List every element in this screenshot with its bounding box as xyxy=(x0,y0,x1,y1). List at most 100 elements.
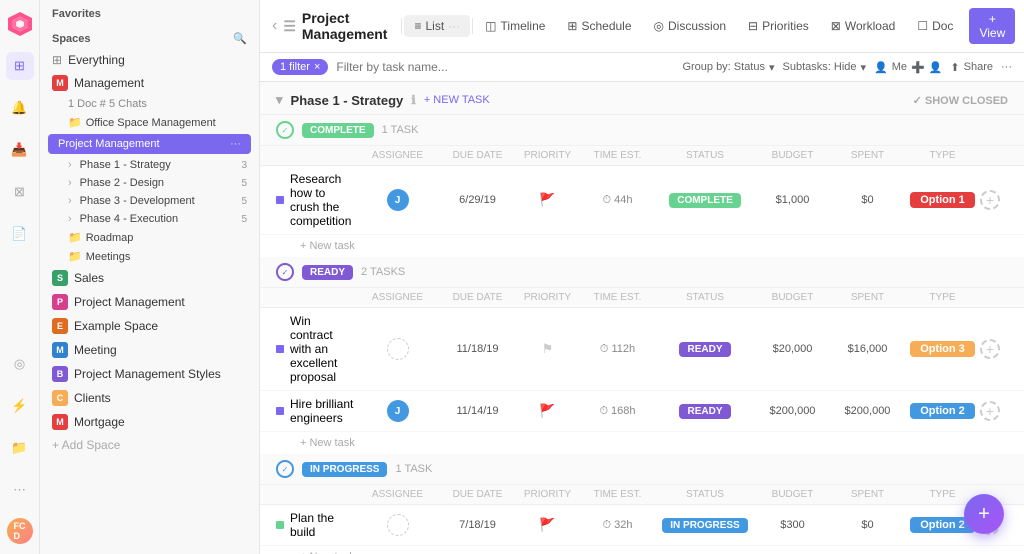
everything-icon: ⊞ xyxy=(52,53,62,67)
add-view-button[interactable]: + View xyxy=(969,8,1015,44)
due-date: 7/18/19 xyxy=(459,519,496,531)
spaces-section: Spaces 🔍 xyxy=(40,24,259,49)
more-icon[interactable]: ⋯ xyxy=(6,476,34,504)
sidebar-item-management[interactable]: M Management xyxy=(40,71,259,95)
table-row[interactable]: Hire brilliant engineers J 11/14/19 🚩 ⏱ … xyxy=(260,391,1024,432)
more-options-icon[interactable]: ··· xyxy=(1001,61,1012,73)
home-icon[interactable]: ⊞ xyxy=(6,52,34,80)
sidebar-item-pm-styles[interactable]: B Project Management Styles xyxy=(40,362,259,386)
groupby-control[interactable]: Group by: Status ▾ xyxy=(682,61,774,74)
empty-assignee[interactable] xyxy=(387,514,409,536)
tab-timeline[interactable]: ◫ Timeline xyxy=(475,15,555,37)
budget-cell: $300 xyxy=(755,519,830,531)
filter-task-input[interactable] xyxy=(336,60,674,74)
favorites-label: Favorites xyxy=(40,0,259,24)
sidebar-item-office-space[interactable]: 📁 Office Space Management xyxy=(40,113,259,132)
add-row-btn[interactable]: + xyxy=(980,339,1000,359)
status-circle[interactable]: ✓ xyxy=(276,460,294,478)
me-filter[interactable]: 👤 Me ➕ 👤 xyxy=(874,61,942,74)
search-spaces-icon[interactable]: 🔍 xyxy=(233,32,247,45)
subtasks-control[interactable]: Subtasks: Hide ▾ xyxy=(783,61,867,74)
add-task-button[interactable]: + NEW TASK xyxy=(424,94,490,106)
clock-icon: ⏱ xyxy=(599,405,608,418)
add-row-btn[interactable]: + xyxy=(980,190,1000,210)
sidebar-phase-item[interactable]: ›Phase 4 - Execution5 xyxy=(40,210,259,228)
type-badge[interactable]: Option 2 xyxy=(910,403,975,419)
share-btn[interactable]: ⬆ Share xyxy=(950,61,993,74)
target-icon[interactable]: ◎ xyxy=(6,350,34,378)
empty-assignee[interactable] xyxy=(387,338,409,360)
sidebar-phase-item[interactable]: ›Phase 3 - Development5 xyxy=(40,192,259,210)
sidebar-item-meeting2[interactable]: M Meeting xyxy=(40,338,259,362)
pulse-icon[interactable]: ⚡ xyxy=(6,392,34,420)
sidebar-phase-item[interactable]: ›Phase 1 - Strategy3 xyxy=(40,156,259,174)
inbox-icon[interactable]: 📥 xyxy=(6,136,34,164)
add-row-btn[interactable]: + xyxy=(980,401,1000,421)
list-more-icon[interactable]: ··· xyxy=(448,19,460,33)
clear-filter-icon[interactable]: × xyxy=(314,61,320,73)
table-row[interactable]: Research how to crush the competition J … xyxy=(260,166,1024,235)
clients-avatar: C xyxy=(52,390,68,406)
content-area: ▾ Phase 1 - Strategy ℹ + NEW TASK ✓ SHOW… xyxy=(260,82,1024,554)
groupby-chevron: ▾ xyxy=(769,61,775,74)
archive-icon[interactable]: 📁 xyxy=(6,434,34,462)
sidebar-item-project-management-active[interactable]: Project Management ··· xyxy=(48,134,251,154)
tab-discussion[interactable]: ◎ Discussion xyxy=(644,15,737,37)
task-group-header: ✓ IN PROGRESS 1 TASK xyxy=(260,454,1024,485)
tab-workload[interactable]: ⊠ Workload xyxy=(821,15,906,37)
priority-cell: ⚑ xyxy=(515,341,580,357)
discussion-icon: ◎ xyxy=(654,19,664,33)
topbar-actions: + View 🔍 ⚡ xyxy=(969,8,1024,44)
task-status-badge[interactable]: IN PROGRESS xyxy=(662,518,747,533)
show-closed-btn[interactable]: ✓ SHOW CLOSED xyxy=(913,94,1008,107)
task-status-badge[interactable]: READY xyxy=(679,342,730,357)
task-status-badge[interactable]: COMPLETE xyxy=(669,193,741,208)
new-task-row[interactable]: + New task xyxy=(260,235,1024,257)
type-badge[interactable]: Option 1 xyxy=(910,192,975,208)
user-avatar[interactable]: FCD xyxy=(7,518,33,544)
assignee-avatar: J xyxy=(387,400,409,422)
sidebar-item-sales[interactable]: S Sales xyxy=(40,266,259,290)
phase-collapse-icon[interactable]: ▾ xyxy=(276,92,283,108)
budget-cell: $20,000 xyxy=(755,343,830,355)
grid-icon[interactable]: ⊠ xyxy=(6,178,34,206)
group-status-badge: COMPLETE xyxy=(302,123,374,138)
doc-icon[interactable]: 📄 xyxy=(6,220,34,248)
sidebar-item-clients[interactable]: C Clients xyxy=(40,386,259,410)
table-row[interactable]: Win contract with an excellent proposal … xyxy=(260,308,1024,391)
type-cell: Option 2 xyxy=(905,403,980,419)
table-row[interactable]: Plan the build 7/18/19 🚩 ⏱ 32h IN PROGRE… xyxy=(260,505,1024,546)
sidebar-item-pm2[interactable]: P Project Management xyxy=(40,290,259,314)
tab-doc[interactable]: ☐ Doc xyxy=(907,15,963,37)
sidebar-item-meetings[interactable]: 📁 Meetings xyxy=(40,247,259,266)
sidebar-toggle-icon[interactable]: ‹ xyxy=(272,17,277,35)
col-header: DUE DATE xyxy=(440,489,515,500)
add-space-btn[interactable]: + Add Space xyxy=(40,434,259,456)
tab-priorities[interactable]: ⊟ Priorities xyxy=(738,15,819,37)
sidebar-phase-item[interactable]: ›Phase 2 - Design5 xyxy=(40,174,259,192)
tab-list[interactable]: ≡ List ··· xyxy=(404,15,470,37)
tab-schedule[interactable]: ⊞ Schedule xyxy=(557,15,641,37)
col-header: PRIORITY xyxy=(515,150,580,161)
status-circle[interactable]: ✓ xyxy=(276,263,294,281)
app-logo[interactable] xyxy=(6,10,34,38)
sidebar-item-everything[interactable]: ⊞ Everything xyxy=(40,49,259,71)
bell-icon[interactable]: 🔔 xyxy=(6,94,34,122)
fab-button[interactable]: + xyxy=(964,494,1004,534)
new-task-row[interactable]: + New task xyxy=(260,432,1024,454)
filter-badge[interactable]: 1 filter × xyxy=(272,59,328,75)
sidebar-item-mortgage[interactable]: M Mortgage xyxy=(40,410,259,434)
new-task-row[interactable]: + New task xyxy=(260,546,1024,554)
type-cell: Option 1 xyxy=(905,192,980,208)
list-tab-icon: ≡ xyxy=(414,19,421,33)
sidebar-item-example[interactable]: E Example Space xyxy=(40,314,259,338)
sidebar-item-roadmap[interactable]: 📁 Roadmap xyxy=(40,228,259,247)
sidebar: Favorites Spaces 🔍 ⊞ Everything M Manage… xyxy=(40,0,260,554)
time-est-cell: ⏱ 112h xyxy=(580,343,655,356)
col-header: SPENT xyxy=(830,150,905,161)
pm-more-icon[interactable]: ··· xyxy=(230,138,241,150)
type-badge[interactable]: Option 3 xyxy=(910,341,975,357)
status-circle[interactable]: ✓ xyxy=(276,121,294,139)
task-status-badge[interactable]: READY xyxy=(679,404,730,419)
pm-styles-avatar: B xyxy=(52,366,68,382)
